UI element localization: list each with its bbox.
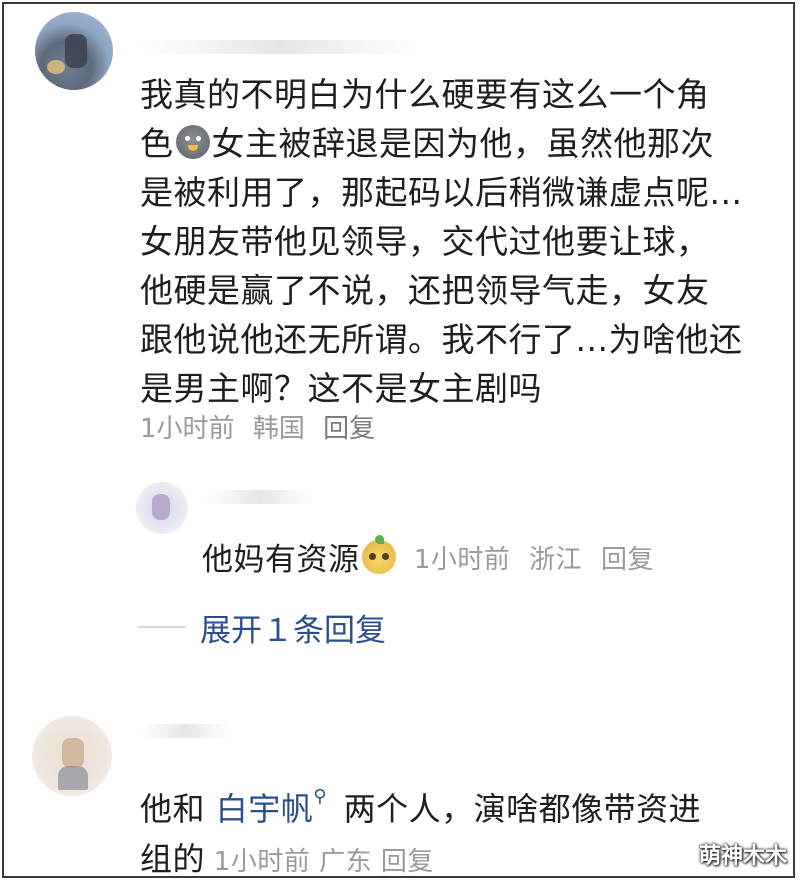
avatar[interactable] xyxy=(32,716,112,796)
comment-line: 跟他说他还无所谓。我不行了...为啥他还 xyxy=(140,320,743,359)
reply-button[interactable]: 回复 xyxy=(381,847,434,877)
comment-line: 他硬是赢了不说，还把领导气走，女友 xyxy=(140,271,710,310)
blurred-username[interactable] xyxy=(205,490,315,504)
watermark: 萌神木木 xyxy=(698,844,787,869)
comment-line-prefix: 色 xyxy=(140,124,174,163)
avatar[interactable] xyxy=(35,12,113,90)
comment-time: 1小时前 xyxy=(413,545,511,575)
comment-line: 他和 白宇帆⚲ 两个人，演啥都像带资进 xyxy=(140,772,770,834)
comment-line-rest: 女主被辞退是因为他，虽然他那次 xyxy=(211,124,714,163)
expand-divider xyxy=(138,626,186,628)
comment-text: 组的 xyxy=(140,840,206,878)
reply-body: 他妈有资源 1小时前 浙江 回复 xyxy=(202,535,664,585)
comment-location: 浙江 xyxy=(529,545,583,575)
yellow-face-emoji-icon xyxy=(361,535,396,574)
comment-line: 组的 1小时前 广东 回复 xyxy=(140,834,770,887)
comment-line: 女朋友带他见领导，交代过他要让球， xyxy=(140,222,710,261)
blurred-username[interactable] xyxy=(140,40,420,54)
comment-line: 我真的不明白为什么硬要有这么一个角 xyxy=(140,75,710,114)
avatar[interactable] xyxy=(136,482,188,534)
comment-line: 是男主啊？这不是女主剧吗 xyxy=(140,369,542,408)
reply-content: 他妈有资源 xyxy=(202,542,360,578)
expand-replies-button[interactable]: 展开１条回复 xyxy=(200,605,386,650)
comment-location: 广东 xyxy=(319,847,373,877)
reply-button[interactable]: 回复 xyxy=(601,545,654,575)
comment-meta: 1小时前 韩国 回复 xyxy=(140,408,385,445)
comment-body: 我真的不明白为什么硬要有这么一个角 色女主被辞退是因为他，虽然他那次 是被利用了… xyxy=(140,70,770,413)
comment-text: 他和 xyxy=(140,790,216,828)
reply-button[interactable]: 回复 xyxy=(323,414,375,444)
comment-meta: 1小时前 广东 回复 xyxy=(205,847,434,877)
comment-line: 色女主被辞退是因为他，虽然他那次 xyxy=(140,119,770,168)
mention-link[interactable]: 白宇帆 xyxy=(216,790,314,828)
comment-time: 1小时前 xyxy=(140,414,235,444)
search-icon[interactable]: ⚲ xyxy=(313,772,327,822)
comment-time: 1小时前 xyxy=(213,847,311,877)
comment-body: 他和 白宇帆⚲ 两个人，演啥都像带资进 组的 1小时前 广东 回复 xyxy=(140,772,770,887)
grey-face-emoji-icon xyxy=(175,125,210,159)
comment-line: 是被利用了，那起码以后稍微谦虚点呢... xyxy=(140,173,743,212)
reply-meta: 1小时前 浙江 回复 xyxy=(414,536,664,585)
comment-location: 韩国 xyxy=(252,414,305,444)
blurred-username[interactable] xyxy=(140,724,230,738)
comment-text: 两个人，演啥都像带资进 xyxy=(332,790,702,828)
